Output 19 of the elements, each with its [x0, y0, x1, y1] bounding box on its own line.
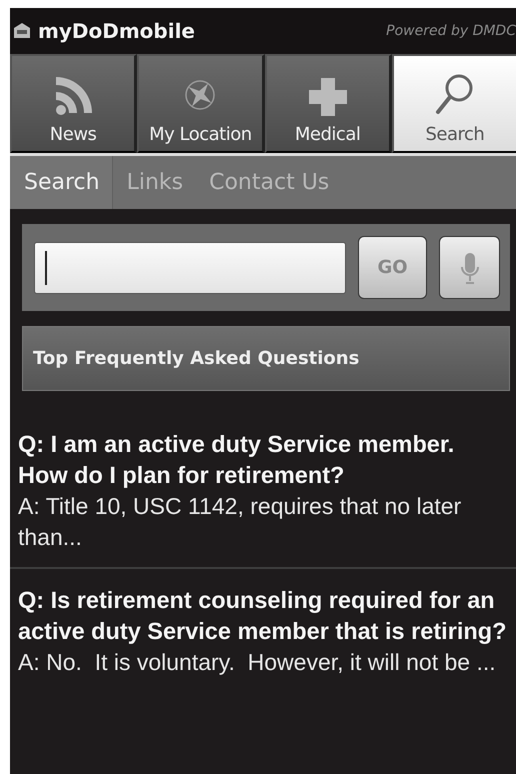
faq-item[interactable]: Q: I am an active duty Service member. How do I plan for retirement? A: Title 10, USC 1142, requires that no later than... [10, 413, 516, 569]
shield-icon [12, 21, 32, 41]
voice-button[interactable] [439, 236, 500, 299]
faq-answer: A: Title 10, USC 1142, requires that no later than... [18, 492, 462, 552]
tab[interactable]: My Location [137, 54, 264, 153]
tab[interactable]: Search [392, 54, 516, 153]
faq-question: Q: Is retirement counseling required for an active duty Service member that is retiring? [18, 586, 508, 646]
faq-question: Q: I am an active duty Service member. How do I plan for retirement? [18, 430, 456, 490]
faq-item[interactable]: Q: Is retirement counseling required for an active duty Service member that is retiring? A: No. It is voluntary. However, it will not be ... [10, 569, 516, 692]
section-header: Top Frequently Asked Questions [22, 326, 510, 391]
app-title: myDoDmobile [38, 19, 195, 43]
powered-by-text: Powered by DMDC [386, 23, 516, 39]
tab[interactable]: News [10, 54, 138, 153]
search-field[interactable] [34, 242, 346, 294]
text-cursor [45, 250, 47, 284]
microphone-icon [460, 250, 478, 284]
subtab[interactable]: Search [10, 156, 113, 209]
faq-answer: A: No. It is voluntary. However, it will not be ... [18, 648, 497, 677]
tab[interactable]: Medical [264, 54, 392, 153]
